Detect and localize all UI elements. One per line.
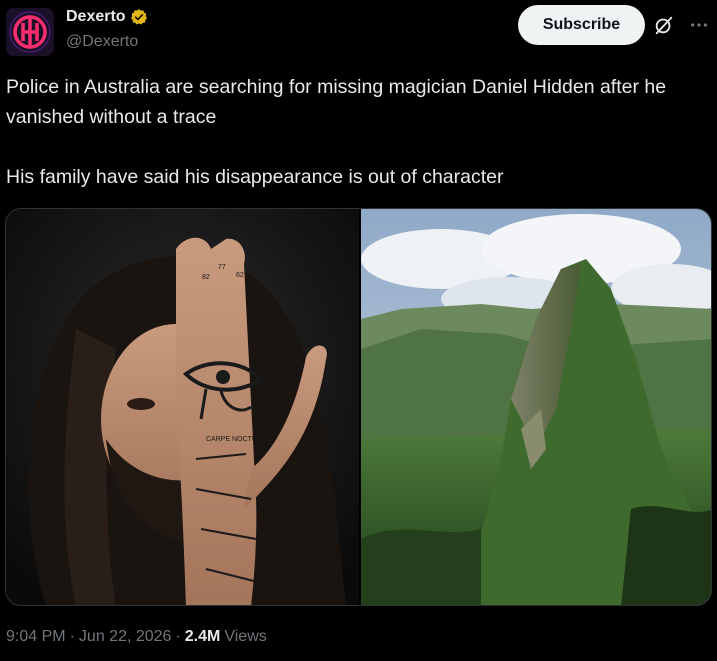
name-row: Dexerto <box>66 8 148 26</box>
handle[interactable]: @Dexerto <box>66 33 138 51</box>
tweet-header: Dexerto @Dexerto Subscribe <box>0 0 717 64</box>
tweet-meta: 9:04 PM · Jun 22, 2026 · 2.4M Views <box>6 628 267 646</box>
media-image-mountain[interactable] <box>361 209 711 605</box>
portrait-illustration: CARPE NOCTU 82 77 62 <box>6 209 359 605</box>
media-image-portrait[interactable]: CARPE NOCTU 82 77 62 <box>6 209 359 605</box>
mountain-illustration <box>361 209 711 605</box>
dexerto-logo-icon <box>6 8 54 56</box>
svg-text:82: 82 <box>202 274 210 281</box>
svg-text:CARPE NOCTU: CARPE NOCTU <box>206 436 257 443</box>
meta-separator: · <box>69 628 75 645</box>
tweet-time[interactable]: 9:04 PM <box>6 628 66 646</box>
grok-icon[interactable] <box>653 14 675 36</box>
views-label: Views <box>224 628 267 645</box>
tweet-text: Police in Australia are searching for mi… <box>6 76 667 188</box>
svg-text:62: 62 <box>236 272 244 279</box>
display-name[interactable]: Dexerto <box>66 8 126 26</box>
tweet-date[interactable]: Jun 22, 2026 <box>79 628 172 646</box>
meta-separator: · <box>175 628 181 645</box>
avatar[interactable] <box>6 8 54 56</box>
more-options-icon[interactable] <box>688 14 710 36</box>
svg-text:77: 77 <box>218 264 226 271</box>
verified-badge-icon[interactable] <box>130 8 148 26</box>
views-count: 2.4M <box>184 628 221 645</box>
subscribe-button[interactable]: Subscribe <box>518 5 645 45</box>
media-grid: CARPE NOCTU 82 77 62 <box>5 208 712 606</box>
